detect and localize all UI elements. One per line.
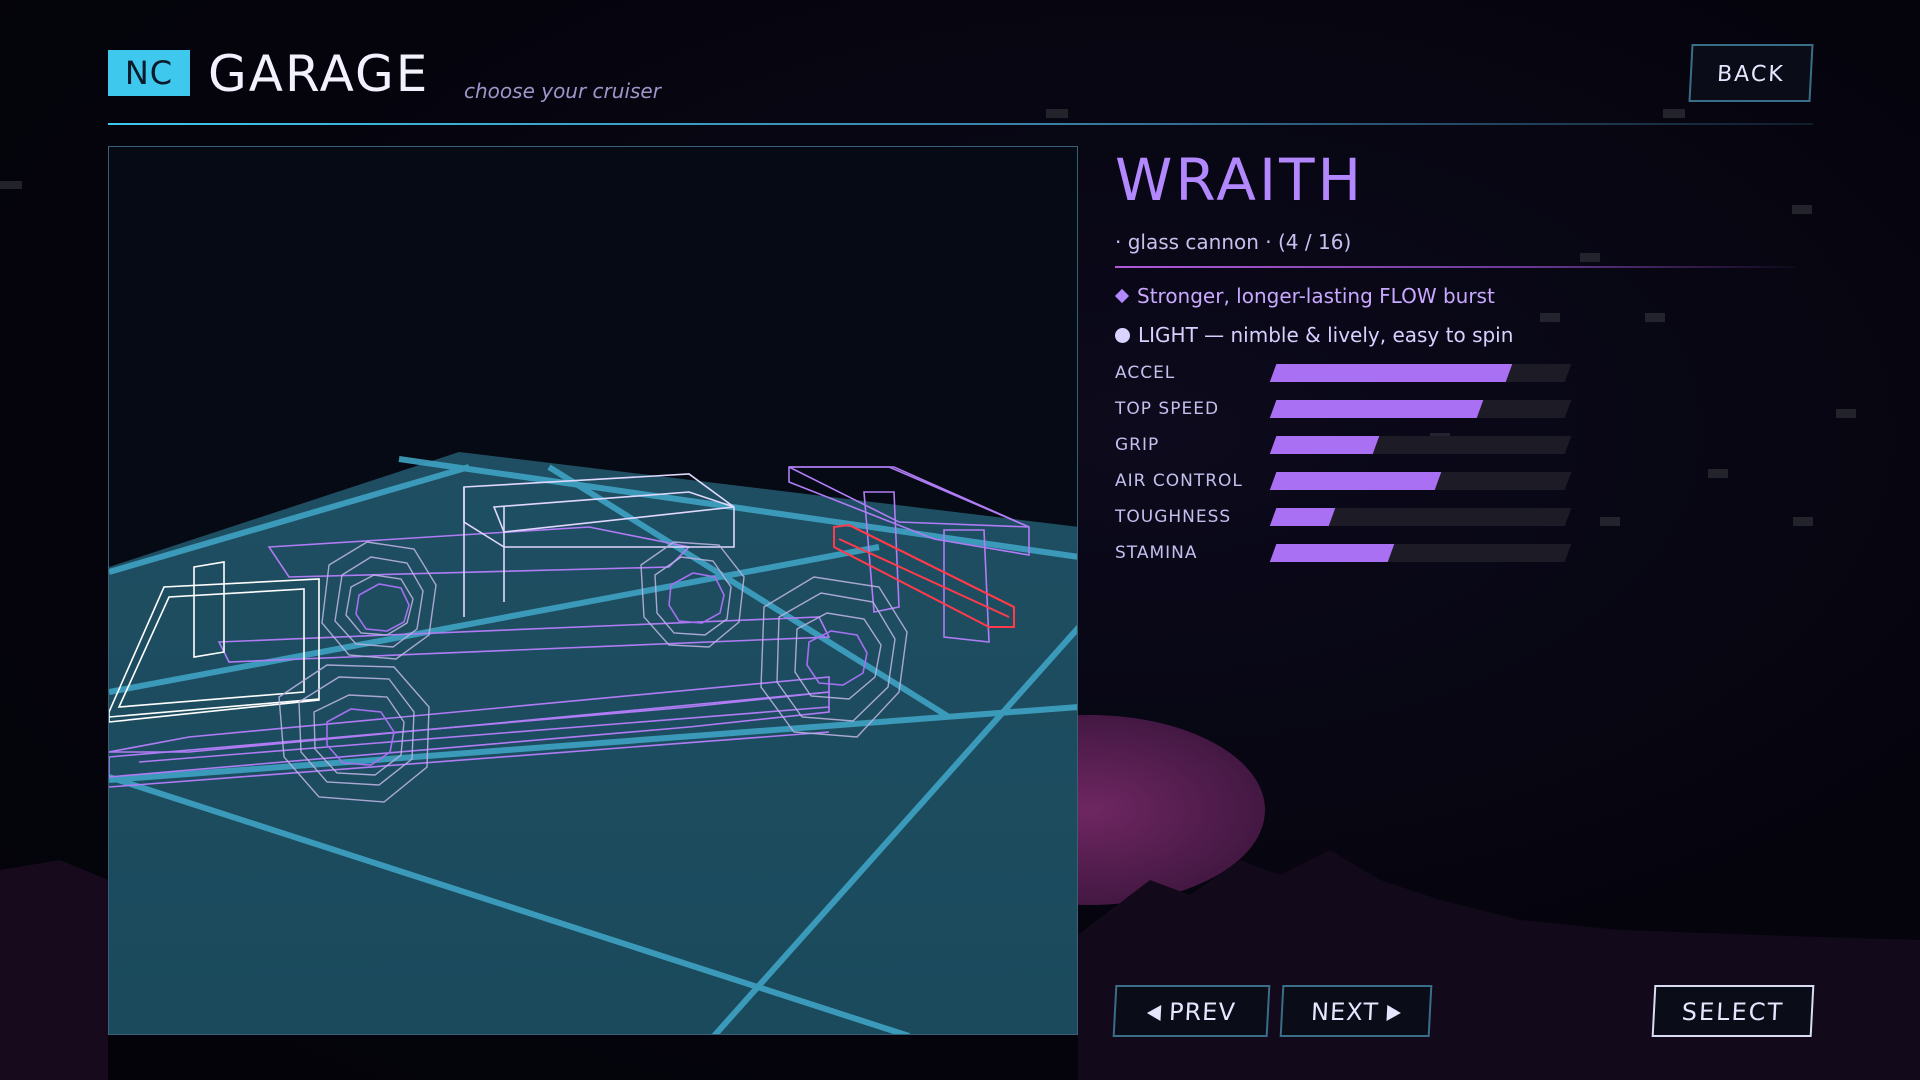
stat-bar xyxy=(1269,400,1572,418)
stat-bar xyxy=(1269,508,1572,526)
page-title: GARAGE xyxy=(208,45,430,103)
header-divider xyxy=(108,123,1813,125)
stat-bar-fill xyxy=(1269,508,1336,526)
car-preview-viewport[interactable] xyxy=(108,146,1078,1035)
stat-row-stamina: STAMINA xyxy=(1115,542,1575,566)
glitch-block xyxy=(1600,517,1620,526)
next-button[interactable]: NEXT xyxy=(1279,985,1433,1037)
stat-label: TOUGHNESS xyxy=(1115,507,1232,527)
stat-label: TOP SPEED xyxy=(1115,399,1220,419)
info-divider xyxy=(1115,266,1795,268)
mountain-silhouette xyxy=(1078,850,1920,1080)
glitch-block xyxy=(1663,109,1685,118)
stat-row-accel: ACCEL xyxy=(1115,362,1575,386)
select-button[interactable]: SELECT xyxy=(1651,985,1815,1037)
glitch-block xyxy=(1708,469,1728,478)
feature-item: LIGHT — nimble & lively, easy to spin xyxy=(1115,323,1513,347)
prev-label: PREV xyxy=(1168,998,1237,1026)
glitch-block xyxy=(1540,313,1560,322)
stat-label: ACCEL xyxy=(1115,363,1176,383)
stat-bar-fill xyxy=(1269,400,1483,418)
feature-text: Stronger, longer-lasting FLOW burst xyxy=(1137,284,1495,308)
page-subtitle: choose your cruiser xyxy=(464,79,661,103)
stat-row-grip: GRIP xyxy=(1115,434,1575,458)
triangle-left-icon xyxy=(1146,1005,1162,1021)
dot-icon xyxy=(1115,328,1130,343)
stat-bar xyxy=(1269,364,1572,382)
stat-bar-fill xyxy=(1269,472,1442,490)
feature-item: Stronger, longer-lasting FLOW burst xyxy=(1114,284,1495,308)
stat-bar-fill xyxy=(1269,364,1513,382)
glitch-block xyxy=(0,181,22,189)
stat-label: AIR CONTROL xyxy=(1115,471,1243,491)
next-label: NEXT xyxy=(1310,998,1380,1026)
stat-bar-fill xyxy=(1269,544,1395,562)
stat-row-top-speed: TOP SPEED xyxy=(1115,398,1575,422)
car-name: WRAITH xyxy=(1115,146,1365,214)
car-class-line: · glass cannon · (4 / 16) xyxy=(1115,230,1352,254)
stat-label: GRIP xyxy=(1115,435,1160,455)
stat-bar xyxy=(1269,436,1572,454)
mountain-silhouette-left xyxy=(0,860,108,1080)
stat-row-air-control: AIR CONTROL xyxy=(1115,470,1575,494)
car-preview-scene xyxy=(109,452,1077,1034)
glitch-block xyxy=(1645,313,1665,322)
glitch-block xyxy=(1580,253,1600,262)
prev-button[interactable]: PREV xyxy=(1112,985,1271,1037)
stat-bar xyxy=(1269,472,1572,490)
triangle-right-icon xyxy=(1386,1005,1402,1021)
glitch-block xyxy=(1792,205,1812,214)
glitch-block xyxy=(1046,109,1068,118)
glitch-block xyxy=(1836,409,1856,418)
stat-bar xyxy=(1269,544,1572,562)
diamond-icon xyxy=(1114,288,1130,304)
glitch-block xyxy=(1793,517,1813,526)
stat-bar-fill xyxy=(1269,436,1380,454)
stat-label: STAMINA xyxy=(1115,543,1198,563)
feature-text: LIGHT — nimble & lively, easy to spin xyxy=(1138,323,1514,347)
stat-row-toughness: TOUGHNESS xyxy=(1115,506,1575,530)
logo-badge: NC xyxy=(108,50,190,96)
back-button[interactable]: BACK xyxy=(1688,44,1814,102)
